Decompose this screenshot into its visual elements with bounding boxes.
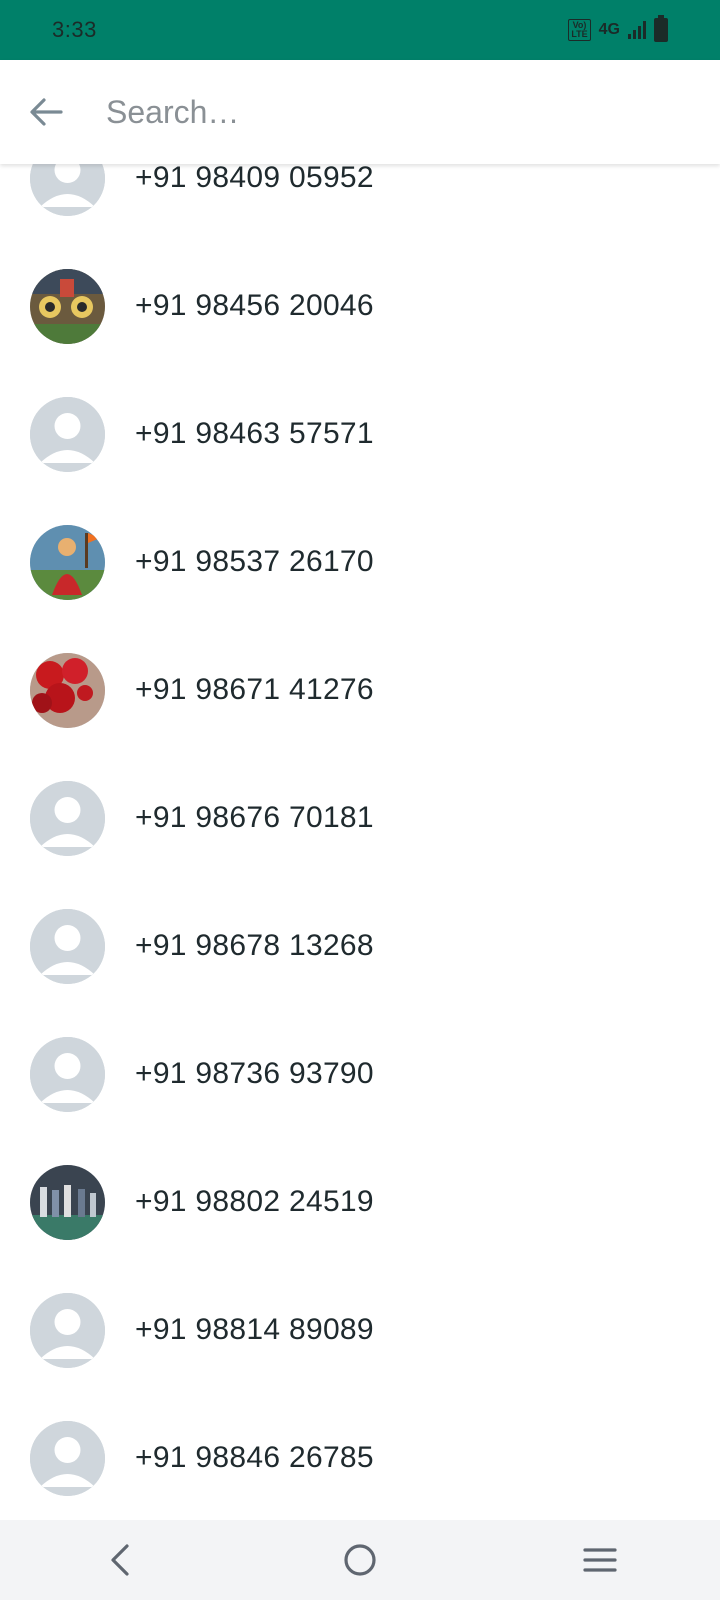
contact-list: +91 98409 05952 +91 98456 20046 +91 9846… [0, 164, 720, 1520]
back-button[interactable] [24, 90, 68, 134]
search-header [0, 60, 720, 164]
battery-icon [654, 15, 668, 42]
contact-row[interactable]: +91 98814 89089 [0, 1266, 720, 1394]
default-avatar-icon [30, 908, 105, 984]
status-bar: 3:33 Vo) LTE 4G [0, 0, 720, 60]
contact-row[interactable]: +91 98671 41276 [0, 626, 720, 754]
signal-icon [628, 21, 646, 39]
contact-phone: +91 98814 89089 [135, 1313, 374, 1346]
contact-photo-temple [30, 268, 105, 344]
default-avatar-icon [30, 1036, 105, 1112]
status-time: 3:33 [52, 17, 97, 42]
nav-home-icon [344, 1544, 376, 1576]
contact-phone: +91 98463 57571 [135, 417, 374, 450]
contact-row[interactable]: +91 98678 13268 [0, 882, 720, 1010]
nav-menu-icon [583, 1548, 617, 1572]
arrow-left-icon [30, 98, 63, 126]
contact-row[interactable]: +91 98736 93790 [0, 1010, 720, 1138]
contact-photo-roses [30, 652, 105, 728]
default-avatar-icon [30, 396, 105, 472]
nav-home-button[interactable] [330, 1530, 390, 1590]
default-avatar-icon [30, 780, 105, 856]
contact-row[interactable]: +91 98456 20046 [0, 242, 720, 370]
contact-phone: +91 98409 05952 [135, 164, 374, 194]
search-input[interactable] [106, 93, 666, 131]
contact-row[interactable]: +91 98676 70181 [0, 754, 720, 882]
contact-phone: +91 98678 13268 [135, 929, 374, 962]
default-avatar-icon [30, 1292, 105, 1368]
contact-phone: +91 98736 93790 [135, 1057, 374, 1090]
contact-row[interactable]: +91 98463 57571 [0, 370, 720, 498]
contact-phone: +91 98676 70181 [135, 801, 374, 834]
volte-icon: Vo) LTE [568, 19, 591, 41]
status-icons: Vo) LTE 4G [568, 15, 668, 42]
contact-phone: +91 98802 24519 [135, 1185, 374, 1218]
contact-phone: +91 98671 41276 [135, 673, 374, 706]
contact-row[interactable]: +91 98537 26170 [0, 498, 720, 626]
volte-bottom-label: LTE [571, 29, 588, 39]
contact-phone: +91 98537 26170 [135, 545, 374, 578]
network-type-label: 4G [598, 21, 620, 38]
nav-menu-button[interactable] [570, 1530, 630, 1590]
contact-row[interactable]: +91 98846 26785 [0, 1394, 720, 1520]
contact-row[interactable]: +91 98802 24519 [0, 1138, 720, 1266]
default-avatar-icon [30, 164, 105, 216]
contact-phone: +91 98456 20046 [135, 289, 374, 322]
contact-phone: +91 98846 26785 [135, 1441, 374, 1474]
nav-back-button[interactable] [90, 1530, 150, 1590]
contact-photo-group [30, 1164, 105, 1240]
contact-row[interactable]: +91 98409 05952 [0, 164, 720, 242]
nav-back-icon [111, 1544, 129, 1576]
default-avatar-icon [30, 1420, 105, 1496]
contact-photo-goddess [30, 524, 105, 600]
system-nav-bar [0, 1520, 720, 1600]
